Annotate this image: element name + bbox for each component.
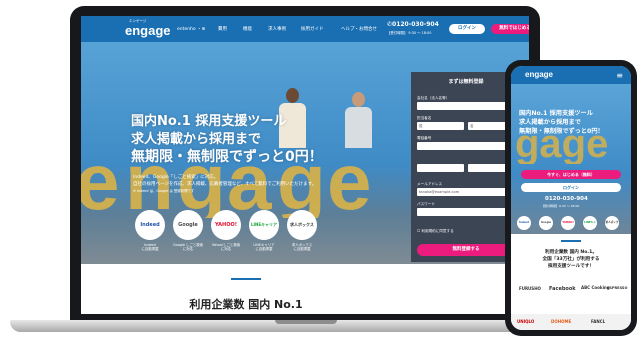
laptop-screen: エンゲージ engage entenho ・⊕ 費用 機能 求人事例 採用ガイド… [81, 16, 529, 314]
phone-phone-hours: 【受付時間】9:30 ～ 18:00 [541, 204, 580, 208]
client-logo-2: Facebook [549, 286, 576, 292]
hero-headline-3: 無期限・無制限でずっと0円！ [131, 149, 323, 165]
stats-title: 利用企業数 国内 No.1 [189, 298, 303, 311]
phone-cta-button[interactable]: 今すぐ、はじめる（無料） [521, 170, 621, 179]
client-logo-6: DOHOME [551, 319, 572, 324]
phone-phone-number[interactable]: 0120-030-904 [545, 196, 588, 202]
google-logo-circle: Google [173, 210, 203, 240]
phone-hero: gage 国内No.1 採用支援ツール 求人掲載から採用まで 無期限・無制限でず… [511, 84, 631, 238]
nav-item-cases[interactable]: 求人事例 [268, 26, 286, 32]
yahoo-logo-circle: YAHOO! [211, 210, 241, 240]
phone-stats-section: 利用企業数 国内 No.1。 全国「33万社」が利用する 採用支援ツールです！ … [511, 234, 631, 330]
phone-headline-1: 国内No.1 採用支援ツール [519, 110, 593, 117]
nav-item-help[interactable]: ヘルプ・お問合せ [341, 26, 377, 32]
phone-google-circle: Google [539, 216, 553, 230]
phone-frame: engage ≡ gage 国内No.1 採用支援ツール 求人掲載から採用まで … [505, 60, 637, 336]
company-input[interactable] [417, 102, 515, 110]
google-caption: Google しごと検索 に対応 [173, 243, 203, 251]
phone-header: engage ≡ [511, 66, 631, 84]
phone-yahoo-circle: YAHOO! [561, 216, 575, 230]
phone-stats-1: 利用企業数 国内 No.1。 [545, 250, 597, 255]
header-phone-number[interactable]: ✆0120-030-904 [387, 21, 439, 28]
client-logo-5: UNIQLO [517, 319, 535, 324]
lastname-input[interactable]: 姓 [417, 122, 464, 130]
line-career-caption: LINEキャリア に自動掲載 [253, 243, 275, 251]
client-logo-3: ABC Cooking [581, 285, 610, 290]
hero-sub-2: 自社の採用ページを作成、求人掲載、応募者管理など、すべて無料でご利用いただけます… [133, 182, 317, 187]
company-label: 会社名（法人名等） [417, 96, 450, 100]
nav-item-guide[interactable]: 採用ガイド [301, 26, 324, 32]
name-label: 担当者名 [417, 116, 432, 120]
form-submit-button[interactable]: 無料登録する [417, 244, 515, 256]
login-button[interactable]: ログイン [449, 24, 485, 34]
engage-logo[interactable]: engage [125, 23, 171, 38]
line-career-logo-circle: LINEキャリア [249, 210, 279, 240]
phone-divider [561, 240, 581, 242]
client-logo-1: FURUSHO [519, 286, 541, 291]
phone-screen: engage ≡ gage 国内No.1 採用支援ツール 求人掲載から採用まで … [511, 66, 631, 330]
phone-login-button[interactable]: ログイン [521, 183, 621, 192]
agree-checkbox[interactable]: ☐ 利用規約に同意する [417, 229, 454, 234]
phone-label: 電話番号 [417, 136, 432, 140]
phone-engage-logo[interactable]: engage [525, 70, 553, 79]
signup-button[interactable]: 無料ではじめる [491, 24, 529, 34]
nav-item-region[interactable]: entenho ・⊕ [177, 26, 205, 32]
phone-headline-2: 求人掲載から採用まで [519, 119, 581, 126]
menu-icon[interactable]: ≡ [616, 71, 623, 80]
client-logo-7: FANCL [591, 319, 606, 324]
stats-section: 利用企業数 国内 No.1 [81, 264, 529, 314]
kyujin-box-caption: 求人ボックス に自動掲載 [291, 243, 313, 251]
hero-headline-2: 求人掲載から採用まで [131, 132, 262, 147]
password-label: パスワード [417, 202, 435, 206]
email-input[interactable]: tanaka@example.com [417, 188, 515, 196]
yahoo-caption: Yahoo!しごと検索 に対応 [211, 243, 241, 251]
phone-input[interactable] [417, 142, 515, 150]
indeed-logo-circle: Indeed [135, 210, 165, 240]
email-label: メールアドレス [417, 182, 443, 186]
kyujin-box-logo-circle: 求人ボックス [287, 210, 317, 240]
hero-note: ※ Indeed は、Google は 登録商標です [133, 189, 195, 193]
site-header: エンゲージ engage entenho ・⊕ 費用 機能 求人事例 採用ガイド… [81, 16, 529, 42]
nav-item-pricing[interactable]: 費用 [218, 26, 227, 32]
phone-input-2[interactable] [417, 164, 464, 172]
section-divider [231, 278, 261, 280]
phone-kyujin-circle: 求人ボックス [605, 216, 619, 238]
phone-headline-3: 無期限・無制限でずっと0円！ [519, 128, 604, 135]
client-logo-4: ESPRESSO [607, 286, 628, 290]
nav-item-features[interactable]: 機能 [243, 26, 252, 32]
person-right-photo [343, 92, 373, 148]
phone-logo-row-2: UNIQLO DOHOME FANCL [511, 314, 631, 330]
hero-headline-1: 国内No.1 採用支援ツール [131, 114, 287, 129]
laptop-frame: エンゲージ engage entenho ・⊕ 費用 機能 求人事例 採用ガイド… [70, 6, 540, 324]
header-phone-hours: 【受付時間】 9:30 ～ 18:00 [387, 31, 432, 35]
phone-line-circle: LINEキャリア [583, 216, 597, 238]
phone-stats-3: 採用支援ツールです！ [548, 264, 594, 269]
password-input[interactable] [417, 208, 515, 216]
indeed-caption: Indeed に自動掲載 [141, 243, 159, 251]
phone-indeed-circle: Indeed [517, 216, 531, 230]
phone-number-text: 0120-030-904 [392, 21, 439, 28]
hero-sub-1: Indeed、Google「しごと検索」に対応。 [133, 175, 219, 180]
phone-stats-2: 全国「33万社」が利用する [542, 257, 600, 262]
agree-label: 利用規約に同意する [421, 229, 454, 233]
